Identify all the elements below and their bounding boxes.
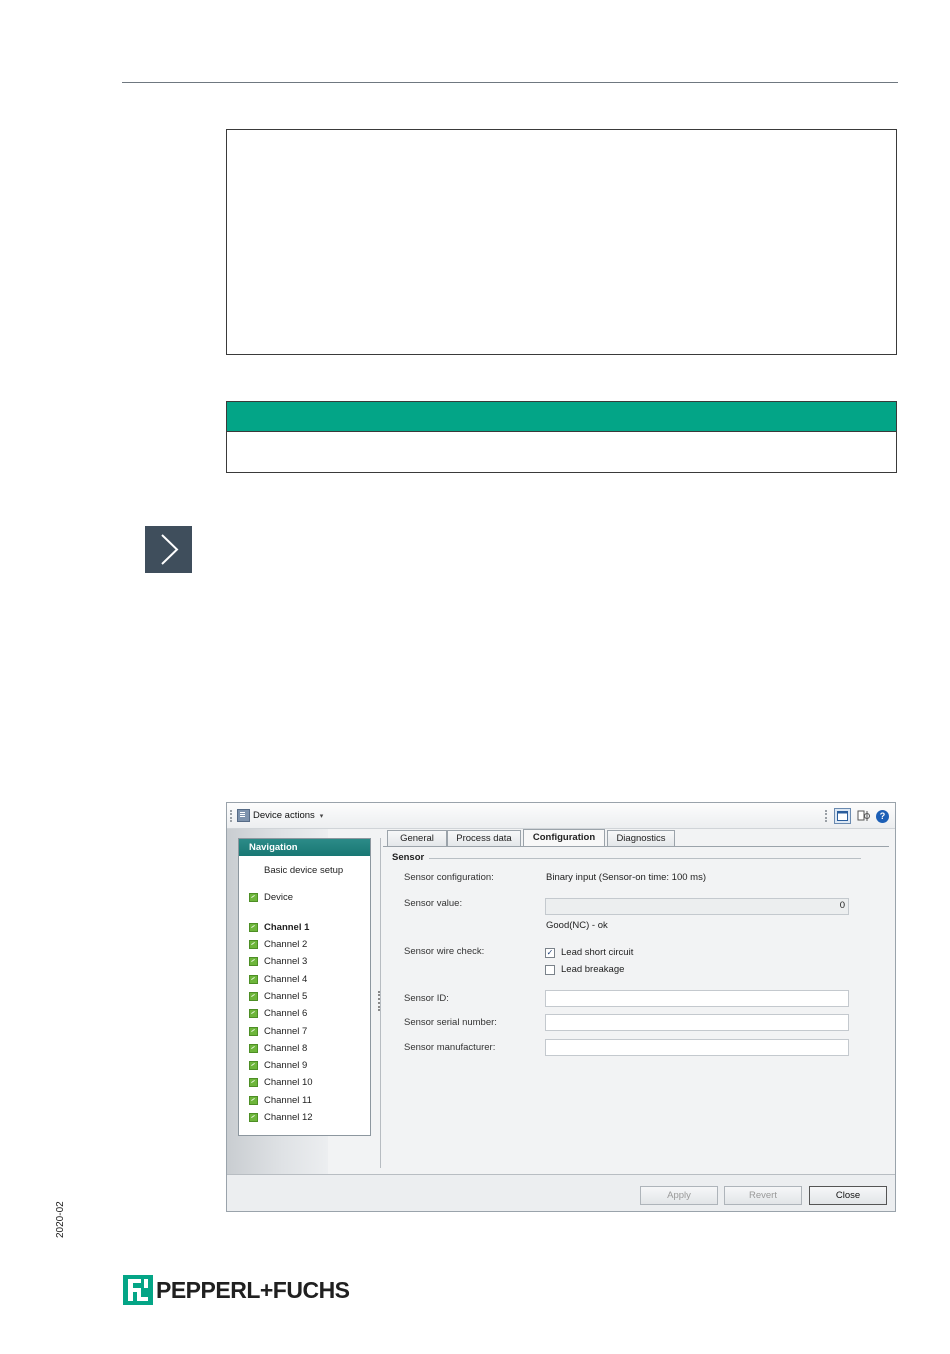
sensor-serial-label: Sensor serial number: xyxy=(404,1017,497,1028)
status-ok-icon xyxy=(249,957,258,966)
next-arrow-icon xyxy=(145,526,192,573)
status-ok-icon xyxy=(249,1078,258,1087)
tab-configuration[interactable]: Configuration xyxy=(523,829,605,847)
tab-underline xyxy=(383,846,889,847)
nav-item-label: Channel 4 xyxy=(264,974,308,985)
tab-general[interactable]: General xyxy=(387,830,447,846)
nav-item[interactable]: Basic device setup xyxy=(249,865,343,876)
status-ok-icon xyxy=(249,1113,258,1122)
tab-process-data[interactable]: Process data xyxy=(447,830,521,846)
navigation-title: Navigation xyxy=(239,839,370,856)
navigation-panel: Navigation Basic device setup Device Chann… xyxy=(238,838,371,1136)
tab-diagnostics[interactable]: Diagnostics xyxy=(607,830,675,846)
sensor-id-input[interactable] xyxy=(545,990,849,1007)
lead-breakage-box[interactable] xyxy=(545,964,555,975)
toolbar-grip[interactable] xyxy=(230,810,234,822)
header-rule xyxy=(122,82,898,83)
device-actions-button[interactable]: Device actions ▾ xyxy=(237,808,323,823)
nav-item-label: Channel 8 xyxy=(264,1043,308,1054)
sensor-group-title: Sensor xyxy=(392,852,425,863)
nav-item[interactable]: Channel 11 xyxy=(249,1095,312,1106)
nav-item[interactable]: Channel 4 xyxy=(249,974,307,985)
sensor-manufacturer-input[interactable] xyxy=(545,1039,849,1056)
sensor-value: 0 xyxy=(839,900,845,911)
nav-item-label: Channel 11 xyxy=(264,1095,312,1106)
note-box xyxy=(226,401,897,473)
dialog-footer: Apply Revert Close xyxy=(227,1174,895,1211)
nav-item[interactable]: Channel 2 xyxy=(249,939,307,950)
lead-short-circuit-label: Lead short circuit xyxy=(561,947,634,958)
lead-short-circuit-box[interactable]: ✓ xyxy=(545,947,555,958)
window-view-button[interactable] xyxy=(834,808,851,824)
status-ok-icon xyxy=(249,975,258,984)
nav-item[interactable]: Channel 8 xyxy=(249,1043,307,1054)
sensor-serial-input[interactable] xyxy=(545,1014,849,1031)
nav-item[interactable]: Channel 7 xyxy=(249,1026,307,1037)
status-ok-icon xyxy=(249,923,258,932)
status-ok-icon xyxy=(249,1096,258,1105)
nav-item-label: Device xyxy=(264,892,294,903)
sensor-manufacturer-label: Sensor manufacturer: xyxy=(404,1042,496,1053)
nav-item[interactable]: Channel 12 xyxy=(249,1112,313,1123)
apply-button[interactable]: Apply xyxy=(640,1186,718,1205)
nav-item-label: Channel 1 xyxy=(264,922,310,933)
nav-item-label: Channel 2 xyxy=(264,939,308,950)
close-button[interactable]: Close xyxy=(809,1186,887,1205)
help-icon[interactable]: ? xyxy=(876,809,889,823)
revert-button[interactable]: Revert xyxy=(724,1186,802,1205)
logo-text: PEPPERL+FUCHS xyxy=(156,1276,350,1303)
empty-content-box xyxy=(226,129,897,355)
nav-item-label: Channel 12 xyxy=(264,1112,313,1123)
status-ok-icon xyxy=(249,1027,258,1036)
sensor-wire-check-label: Sensor wire check: xyxy=(404,946,485,957)
status-ok-icon xyxy=(249,1044,258,1053)
nav-item-label: Channel 7 xyxy=(264,1026,308,1037)
toolbar: Device actions ▾ ? xyxy=(227,803,895,829)
nav-item-label: Channel 3 xyxy=(264,956,308,967)
nav-item-label: Channel 10 xyxy=(264,1077,313,1088)
device-actions-label: Device actions xyxy=(253,810,315,821)
document-date: 2020-02 xyxy=(55,1201,66,1238)
sensor-value-field: 0 xyxy=(545,898,849,915)
sensor-configuration-value: Binary input (Sensor-on time: 100 ms) xyxy=(546,872,706,883)
nav-item[interactable]: Channel 3 xyxy=(249,956,307,967)
note-box-header xyxy=(227,402,896,432)
nav-item[interactable]: Channel 9 xyxy=(249,1060,307,1071)
nav-item[interactable]: Device xyxy=(249,892,293,903)
sensor-value-label: Sensor value: xyxy=(404,898,463,909)
lead-short-circuit-checkbox[interactable]: ✓ Lead short circuit xyxy=(545,947,633,958)
toolbar-grip-right xyxy=(825,810,829,822)
device-actions-icon xyxy=(237,809,250,822)
status-ok-icon xyxy=(249,1009,258,1018)
sensor-value-status: Good(NC) - ok xyxy=(546,920,608,931)
status-ok-icon xyxy=(249,940,258,949)
nav-item-label: Channel 9 xyxy=(264,1060,308,1071)
nav-item-label: Basic device setup xyxy=(264,865,344,876)
status-ok-icon xyxy=(249,893,258,902)
lead-breakage-label: Lead breakage xyxy=(561,964,625,975)
nav-item[interactable]: Channel 6 xyxy=(249,1008,307,1019)
sensor-group-rule xyxy=(429,858,861,859)
logo-mark-icon xyxy=(123,1275,153,1305)
nav-item[interactable]: Channel 1 xyxy=(249,922,309,933)
splitter-grip[interactable] xyxy=(378,991,382,1011)
nav-item[interactable]: Channel 10 xyxy=(249,1077,313,1088)
status-ok-icon xyxy=(249,992,258,1001)
sensor-configuration-label: Sensor configuration: xyxy=(404,872,494,883)
pepperl-fuchs-logo: PEPPERL+FUCHS xyxy=(123,1275,350,1305)
nav-item-label: Channel 5 xyxy=(264,991,308,1002)
chevron-down-icon: ▾ xyxy=(319,812,324,820)
status-ok-icon xyxy=(249,1061,258,1070)
device-dialog-window: Device actions ▾ ? Navigation Basic devi… xyxy=(226,802,896,1212)
nav-item[interactable]: Channel 5 xyxy=(249,991,307,1002)
lead-breakage-checkbox[interactable]: Lead breakage xyxy=(545,964,624,975)
device-settings-icon[interactable] xyxy=(856,809,871,823)
sensor-id-label: Sensor ID: xyxy=(404,993,449,1004)
nav-item-label: Channel 6 xyxy=(264,1008,308,1019)
